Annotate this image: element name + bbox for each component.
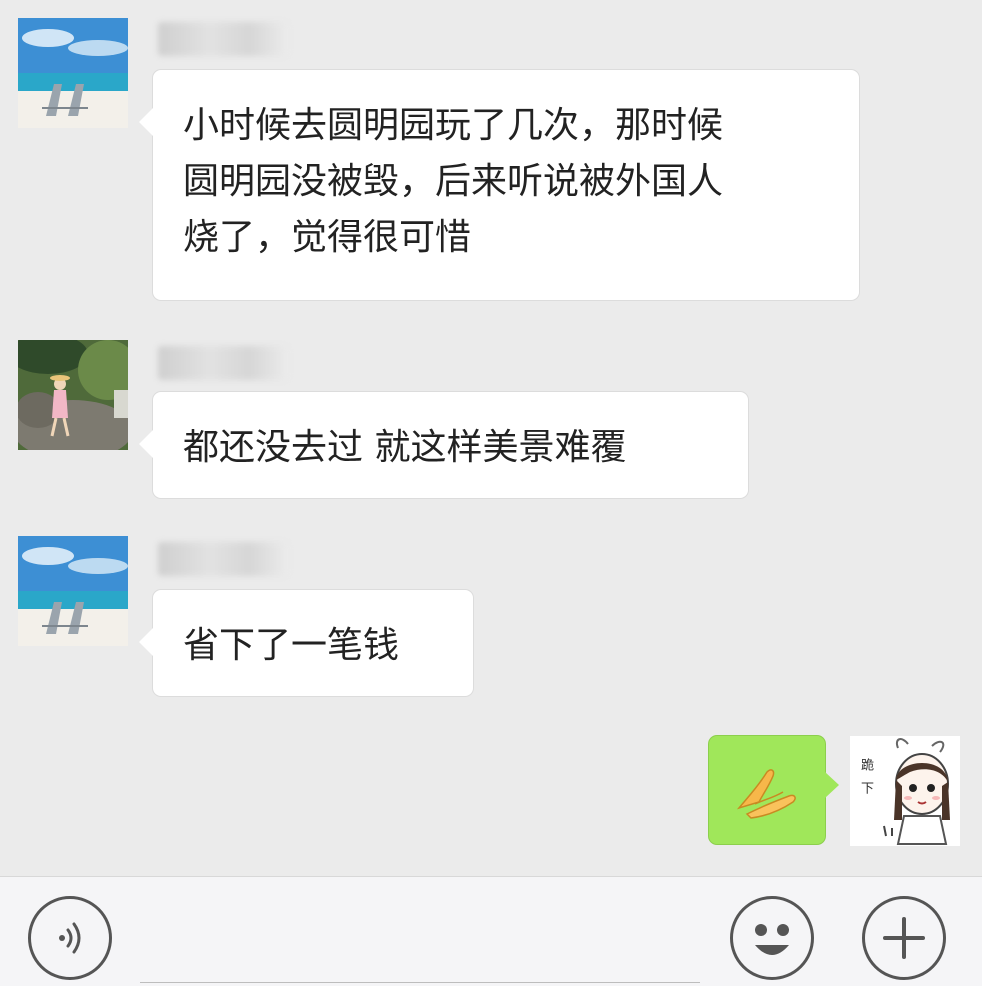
- message-line: 小时候去圆明园玩了几次，那时候: [183, 105, 724, 146]
- girl-avatar-image: [18, 340, 128, 450]
- more-button[interactable]: [862, 896, 946, 980]
- message-input[interactable]: [140, 982, 700, 983]
- plus-icon: [883, 917, 925, 959]
- message-bubble[interactable]: 小时候去圆明园玩了几次，那时候 圆明园没被毁，后来听说被外国人 烧了，觉得很可惜: [139, 70, 859, 300]
- message-bubble[interactable]: 省下了一笔钱: [139, 590, 473, 696]
- message-line: 圆明园没被毁，后来听说被外国人: [183, 161, 724, 202]
- beach-avatar-image: [18, 536, 128, 646]
- message-line: 省下了一笔钱: [183, 625, 400, 666]
- clasped-hands-emoji-icon: [736, 769, 796, 819]
- avatar-beach[interactable]: [18, 536, 128, 646]
- my-avatar[interactable]: 跪下: [850, 736, 960, 846]
- smiley-icon: [755, 924, 789, 955]
- voice-icon: [59, 922, 81, 954]
- chat-area[interactable]: 小时候去圆明园玩了几次，那时候 圆明园没被毁，后来听说被外国人 烧了，觉得很可惜: [0, 0, 982, 876]
- beach-avatar-image: [18, 18, 128, 128]
- avatar-girl-rocks[interactable]: [18, 340, 128, 450]
- message-line: 烧了，觉得很可惜: [183, 217, 472, 258]
- message-line: 都还没去过 就这样美景难覆: [183, 427, 627, 468]
- outgoing-message-bubble[interactable]: [709, 736, 839, 844]
- voice-button[interactable]: [28, 896, 112, 980]
- input-bar: [0, 876, 982, 986]
- message-bubble[interactable]: 都还没去过 就这样美景难覆: [139, 392, 748, 498]
- emoji-button[interactable]: [730, 896, 814, 980]
- sender-nickname: [158, 22, 288, 56]
- sender-nickname: [158, 346, 288, 380]
- avatar-beach[interactable]: [18, 18, 128, 128]
- avatar-caption: 跪下: [858, 758, 873, 804]
- sender-nickname: [158, 542, 288, 576]
